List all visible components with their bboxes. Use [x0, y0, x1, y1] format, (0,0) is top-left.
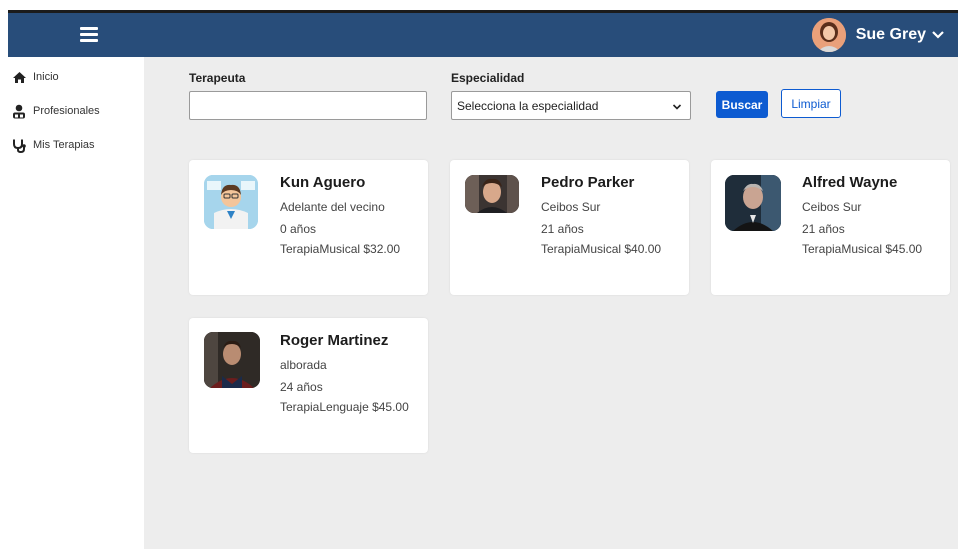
specialty-selected-value: Selecciona la especialidad: [457, 99, 599, 113]
sidebar-item-label: Mis Terapias: [33, 139, 95, 151]
person-photo: [725, 175, 781, 231]
sidebar-item-label: Profesionales: [33, 105, 100, 117]
professional-location: Ceibos Sur: [802, 200, 862, 214]
professional-therapy: TerapiaMusical $32.00: [280, 242, 401, 256]
specialty-label: Especialidad: [451, 71, 525, 85]
sidebar-item-inicio[interactable]: Inicio: [8, 60, 144, 94]
chevron-down-icon: [672, 101, 682, 111]
professional-name: Roger Martinez: [280, 332, 389, 349]
professional-age: 21 años: [541, 222, 584, 236]
person-photo: [465, 175, 519, 213]
professional-age: 0 años: [280, 222, 317, 236]
sidebar-item-profesionales[interactable]: Profesionales: [8, 94, 144, 128]
therapist-input[interactable]: [189, 91, 427, 120]
professional-age: 21 años: [802, 222, 845, 236]
professional-therapy: TerapiaMusical $45.00: [802, 242, 923, 256]
professional-location: Ceibos Sur: [541, 200, 601, 214]
main-content: Terapeuta Especialidad Selecciona la esp…: [144, 57, 958, 549]
professional-name: Kun Aguero: [280, 174, 366, 191]
professional-card[interactable]: Pedro Parker Ceibos Sur 21 años TerapiaM…: [450, 160, 689, 295]
user-name: Sue Grey: [855, 26, 926, 43]
professional-age: 24 años: [280, 380, 323, 394]
clear-button[interactable]: Limpiar: [781, 89, 841, 118]
home-icon: [11, 69, 27, 85]
people-icon: [11, 103, 27, 119]
top-bar: Sue Grey: [8, 10, 958, 57]
sidebar-item-mis-terapias[interactable]: Mis Terapias: [8, 128, 144, 162]
professional-location: alborada: [280, 358, 327, 372]
person-photo: [204, 332, 260, 388]
professional-card[interactable]: Alfred Wayne Ceibos Sur 21 años TerapiaM…: [711, 160, 950, 295]
sidebar: Inicio Profesionales Mis Terapias: [8, 57, 144, 549]
search-button[interactable]: Buscar: [716, 91, 768, 118]
specialty-select[interactable]: Selecciona la especialidad: [451, 91, 691, 120]
professional-location: Adelante del vecino: [280, 200, 385, 214]
user-menu[interactable]: Sue Grey: [811, 18, 944, 52]
doctor-cartoon-avatar: [204, 175, 258, 229]
professional-name: Alfred Wayne: [802, 174, 898, 191]
professional-therapy: TerapiaLenguaje $45.00: [280, 400, 409, 414]
professional-card[interactable]: Roger Martinez alborada 24 años TerapiaL…: [189, 318, 428, 453]
professional-card[interactable]: Kun Aguero Adelante del vecino 0 años Te…: [189, 160, 428, 295]
professional-name: Pedro Parker: [541, 174, 635, 191]
sidebar-item-label: Inicio: [33, 71, 59, 83]
hamburger-menu-icon[interactable]: [80, 27, 98, 43]
professional-therapy: TerapiaMusical $40.00: [541, 242, 662, 256]
chevron-down-icon: [932, 29, 944, 43]
stethoscope-icon: [11, 137, 27, 153]
user-avatar: [811, 18, 846, 52]
therapist-label: Terapeuta: [189, 71, 246, 85]
